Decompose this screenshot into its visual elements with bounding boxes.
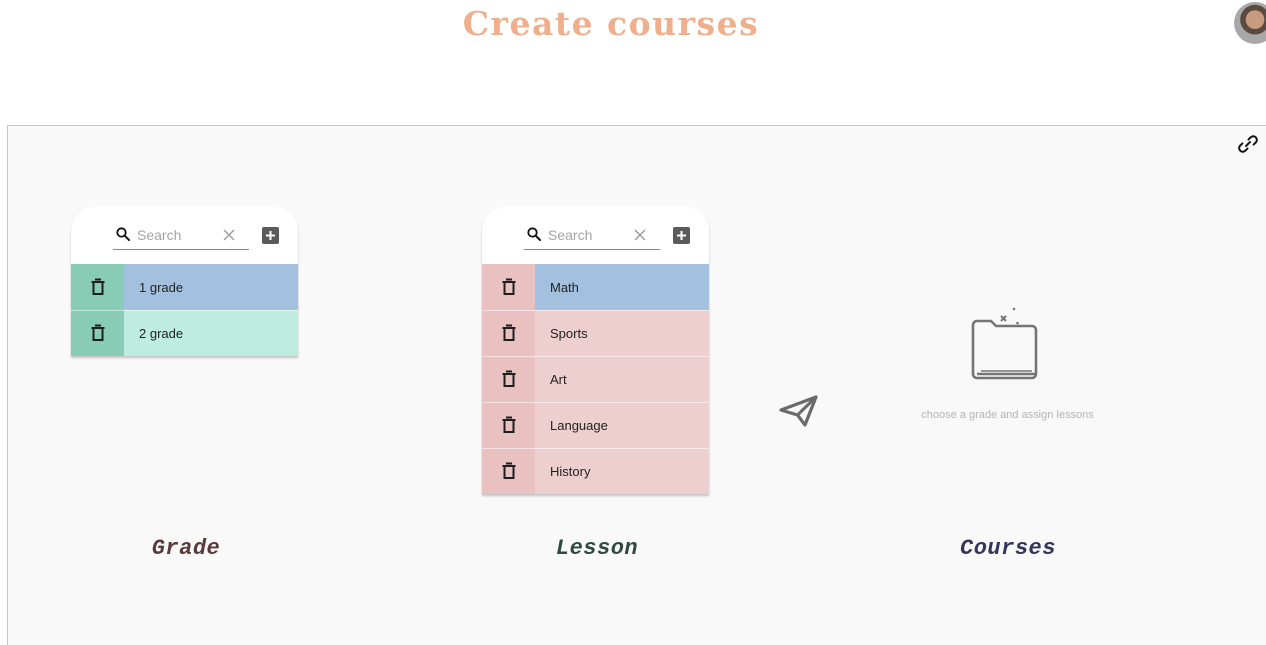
grade-search xyxy=(113,223,249,250)
grade-column-label: Grade xyxy=(151,536,221,561)
lesson-row-label[interactable]: Language xyxy=(535,402,709,448)
avatar[interactable] xyxy=(1234,2,1266,44)
lesson-row[interactable]: Sports xyxy=(482,310,709,356)
trash-icon xyxy=(502,278,515,295)
grade-card: 1 grade 2 grade xyxy=(71,207,298,356)
link-icon[interactable] xyxy=(1236,132,1260,156)
grade-row[interactable]: 1 grade xyxy=(71,264,298,310)
lesson-row[interactable]: Language xyxy=(482,402,709,448)
lesson-row[interactable]: Art xyxy=(482,356,709,402)
delete-lesson-button[interactable] xyxy=(482,402,535,448)
lesson-row-label[interactable]: History xyxy=(535,448,709,494)
delete-lesson-button[interactable] xyxy=(482,448,535,494)
lesson-row-label[interactable]: Math xyxy=(535,264,709,310)
grade-row-label[interactable]: 1 grade xyxy=(124,264,298,310)
lesson-row-label[interactable]: Art xyxy=(535,356,709,402)
trash-icon xyxy=(91,278,104,295)
trash-icon xyxy=(502,370,515,387)
close-icon[interactable] xyxy=(633,228,647,242)
search-icon xyxy=(527,227,541,241)
trash-icon xyxy=(91,324,104,341)
lesson-row[interactable]: Math xyxy=(482,264,709,310)
lesson-card-header xyxy=(482,207,709,264)
lesson-row-label[interactable]: Sports xyxy=(535,310,709,356)
lesson-search-input[interactable] xyxy=(548,226,634,244)
grade-row-label[interactable]: 2 grade xyxy=(124,310,298,356)
lesson-card: Math Sports Art Language xyxy=(482,207,709,494)
lesson-row[interactable]: History xyxy=(482,448,709,494)
add-box-icon[interactable] xyxy=(672,226,691,245)
grade-search-input[interactable] xyxy=(137,226,223,244)
lesson-column-label: Lesson xyxy=(555,536,639,561)
send-icon[interactable] xyxy=(779,393,819,429)
trash-icon xyxy=(502,416,515,433)
delete-grade-button[interactable] xyxy=(71,264,124,310)
trash-icon xyxy=(502,324,515,341)
grade-card-header xyxy=(71,207,298,264)
courses-empty-message: choose a grade and assign lessons xyxy=(921,409,1094,421)
delete-grade-button[interactable] xyxy=(71,310,124,356)
lesson-search xyxy=(524,223,660,250)
close-icon[interactable] xyxy=(222,228,236,242)
grade-row[interactable]: 2 grade xyxy=(71,310,298,356)
trash-icon xyxy=(502,462,515,479)
delete-lesson-button[interactable] xyxy=(482,264,535,310)
add-box-icon[interactable] xyxy=(261,226,280,245)
delete-lesson-button[interactable] xyxy=(482,356,535,402)
courses-column-label: Courses xyxy=(960,536,1056,561)
delete-lesson-button[interactable] xyxy=(482,310,535,356)
empty-folder-icon xyxy=(971,307,1038,380)
search-icon xyxy=(116,227,130,241)
page-title: Create courses xyxy=(462,4,760,43)
